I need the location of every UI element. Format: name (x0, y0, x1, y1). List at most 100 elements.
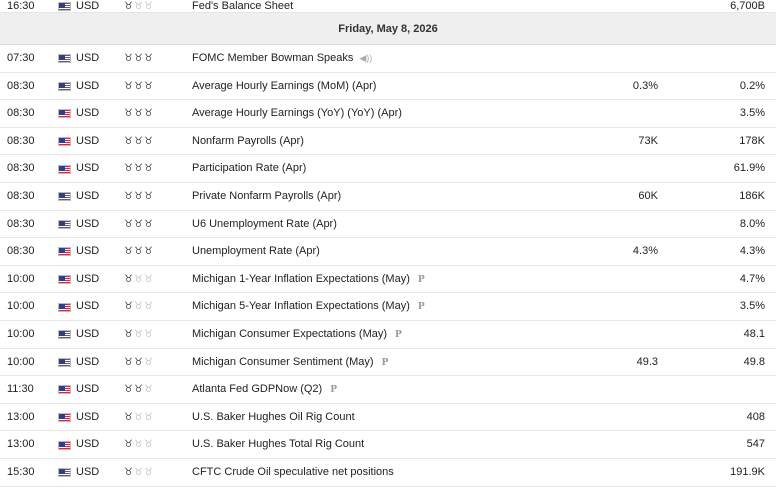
importance-bull-icons: ♉♉♉ (124, 53, 154, 64)
event-name-link[interactable]: Atlanta Fed GDPNow (Q2) (192, 383, 322, 395)
event-name-link[interactable]: Nonfarm Payrolls (Apr) (192, 135, 304, 147)
event-previous: 3.5% (739, 107, 765, 120)
event-time: 08:30 (7, 245, 35, 258)
us-flag-icon (58, 219, 71, 229)
event-name-link[interactable]: Michigan Consumer Sentiment (May) (192, 356, 374, 368)
table-row[interactable]: 15:30 USD ♉♉♉ CFTC Crude Oil speculative ne… (0, 459, 776, 487)
event-previous: 8.0% (739, 217, 765, 230)
importance-bull-icons: ♉♉♉ (124, 356, 154, 368)
table-row[interactable]: 10:00 USD ♉♉♉ Michigan 5-Year Inflation Exp… (0, 293, 776, 321)
importance-bull-icons: ♉♉♉ (124, 246, 154, 258)
preliminary-marker-icon: P (330, 385, 337, 396)
table-row[interactable]: 16:30 USD ♉♉♉ Fed's Balance Sheet 6,700B (0, 0, 776, 13)
table-row[interactable]: 08:30 USD ♉♉♉ Nonfarm Payrolls (Apr) 73K 178K (0, 128, 776, 156)
table-row[interactable]: 08:30 USD ♉♉♉ Unemployment Rate (Apr) 4.3% 4.… (0, 238, 776, 266)
event-time: 08:30 (7, 189, 35, 202)
table-row[interactable]: 08:30 USD ♉♉♉ Participation Rate (Apr) 61.9% (0, 155, 776, 183)
event-name-link[interactable]: CFTC Crude Oil speculative net positions (192, 466, 394, 478)
event-time: 13:00 (7, 438, 35, 451)
event-currency: USD (76, 272, 100, 285)
preliminary-marker-icon: P (417, 302, 425, 313)
preliminary-marker-icon: P (381, 357, 389, 368)
event-currency: USD (76, 134, 100, 147)
importance-bull-icons: ♉♉♉ (124, 273, 154, 285)
event-name-cell: U.S. Baker Hughes Total Rig Count (192, 431, 364, 459)
event-name-link[interactable]: Participation Rate (Apr) (192, 162, 306, 174)
importance-bull-icons: ♉♉♉ (124, 328, 154, 340)
event-time: 08:30 (7, 107, 35, 120)
event-name-cell: Average Hourly Earnings (MoM) (Apr) (192, 73, 376, 101)
event-currency: USD (76, 189, 100, 202)
event-name-link[interactable]: Unemployment Rate (Apr) (192, 245, 320, 257)
table-row[interactable]: 10:00 USD ♉♉♉ Michigan Consumer Sentiment (… (0, 349, 776, 377)
preliminary-marker-icon: P (395, 329, 402, 340)
event-name-cell: U6 Unemployment Rate (Apr) (192, 211, 337, 239)
event-name-cell: Unemployment Rate (Apr) (192, 238, 320, 266)
event-name-link[interactable]: FOMC Member Bowman Speaks (192, 52, 353, 64)
event-name-link[interactable]: Michigan 5-Year Inflation Expectations (… (192, 300, 410, 312)
event-name-cell: CFTC Crude Oil speculative net positions (192, 459, 394, 487)
table-row[interactable]: 08:30 USD ♉♉♉ Average Hourly Earnings (MoM)… (0, 73, 776, 101)
event-name-link[interactable]: U6 Unemployment Rate (Apr) (192, 218, 337, 230)
table-row[interactable]: 11:30 USD ♉♉♉ Atlanta Fed GDPNow (Q2) P (0, 376, 776, 404)
event-name-cell: Average Hourly Earnings (YoY) (YoY) (Apr… (192, 100, 402, 128)
table-row[interactable]: 13:00 USD ♉♉♉ U.S. Baker Hughes Total Rig C… (0, 431, 776, 459)
event-name-link[interactable]: Average Hourly Earnings (YoY) (YoY) (Apr… (192, 107, 402, 119)
us-flag-icon (58, 440, 71, 450)
event-currency: USD (76, 327, 100, 340)
event-name-cell: U.S. Baker Hughes Oil Rig Count (192, 404, 355, 432)
table-row[interactable]: 10:00 USD ♉♉♉ Michigan 1-Year Inflation Exp… (0, 266, 776, 294)
table-row[interactable]: 08:30 USD ♉♉♉ U6 Unemployment Rate (Apr) 8.0… (0, 211, 776, 239)
event-previous: 3.5% (739, 300, 765, 313)
event-time: 10:00 (7, 272, 35, 285)
event-currency: USD (76, 438, 100, 451)
us-flag-icon (58, 2, 71, 11)
event-name-cell: Participation Rate (Apr) (192, 155, 306, 183)
us-flag-icon (58, 164, 71, 174)
event-name-cell: Michigan Consumer Expectations (May) P (192, 321, 402, 350)
importance-bull-icons: ♉♉♉ (124, 301, 154, 313)
us-flag-icon (58, 192, 71, 202)
event-name-cell: Michigan Consumer Sentiment (May) P (192, 349, 388, 378)
event-currency: USD (76, 383, 100, 396)
event-currency: USD (76, 300, 100, 313)
event-name-cell: FOMC Member Bowman Speaks ◀)) (192, 45, 372, 73)
us-flag-icon (58, 137, 71, 147)
importance-bull-icons: ♉♉♉ (124, 384, 154, 396)
importance-bull-icons: ♉♉♉ (124, 163, 154, 175)
event-currency: USD (76, 355, 100, 368)
event-name-link[interactable]: Michigan Consumer Expectations (May) (192, 328, 387, 340)
event-currency: USD (76, 465, 100, 478)
event-time: 08:30 (7, 79, 35, 92)
event-name-cell: Atlanta Fed GDPNow (Q2) P (192, 376, 337, 405)
importance-bull-icons: ♉♉♉ (124, 80, 154, 92)
table-row[interactable]: 08:30 USD ♉♉♉ Average Hourly Earnings (YoY)… (0, 100, 776, 128)
table-row[interactable]: 13:00 USD ♉♉♉ U.S. Baker Hughes Oil Rig Cou… (0, 404, 776, 432)
event-time: 08:30 (7, 217, 35, 230)
event-name-cell: Michigan 5-Year Inflation Expectations (… (192, 293, 425, 322)
table-row[interactable]: 10:00 USD ♉♉♉ Michigan Consumer Expectation… (0, 321, 776, 349)
event-name-link[interactable]: Michigan 1-Year Inflation Expectations (… (192, 273, 410, 285)
table-row[interactable]: 07:30 USD ♉♉♉ FOMC Member Bowman Speaks ◀)) (0, 45, 776, 73)
event-name-link[interactable]: Private Nonfarm Payrolls (Apr) (192, 190, 341, 202)
us-flag-icon (58, 109, 71, 119)
event-currency: USD (76, 162, 100, 175)
event-forecast: 0.3% (632, 79, 658, 92)
event-currency: USD (76, 410, 100, 423)
event-currency: USD (76, 107, 100, 120)
importance-bull-icons: ♉♉♉ (124, 466, 154, 478)
event-name-link[interactable]: Fed's Balance Sheet (192, 0, 293, 13)
date-header: Friday, May 8, 2026 (0, 13, 776, 45)
event-previous: 0.2% (739, 79, 765, 92)
us-flag-icon (58, 357, 71, 367)
event-currency: USD (76, 245, 100, 258)
event-name-link[interactable]: U.S. Baker Hughes Oil Rig Count (192, 411, 355, 423)
event-previous: 408 (746, 410, 765, 423)
event-time: 07:30 (7, 52, 35, 64)
event-name-link[interactable]: U.S. Baker Hughes Total Rig Count (192, 438, 364, 450)
table-row[interactable]: 08:30 USD ♉♉♉ Private Nonfarm Payrolls (Apr… (0, 183, 776, 211)
event-currency: USD (76, 79, 100, 92)
event-previous: 49.8 (743, 355, 765, 368)
event-name-link[interactable]: Average Hourly Earnings (MoM) (Apr) (192, 80, 376, 92)
event-previous: 186K (739, 189, 765, 202)
